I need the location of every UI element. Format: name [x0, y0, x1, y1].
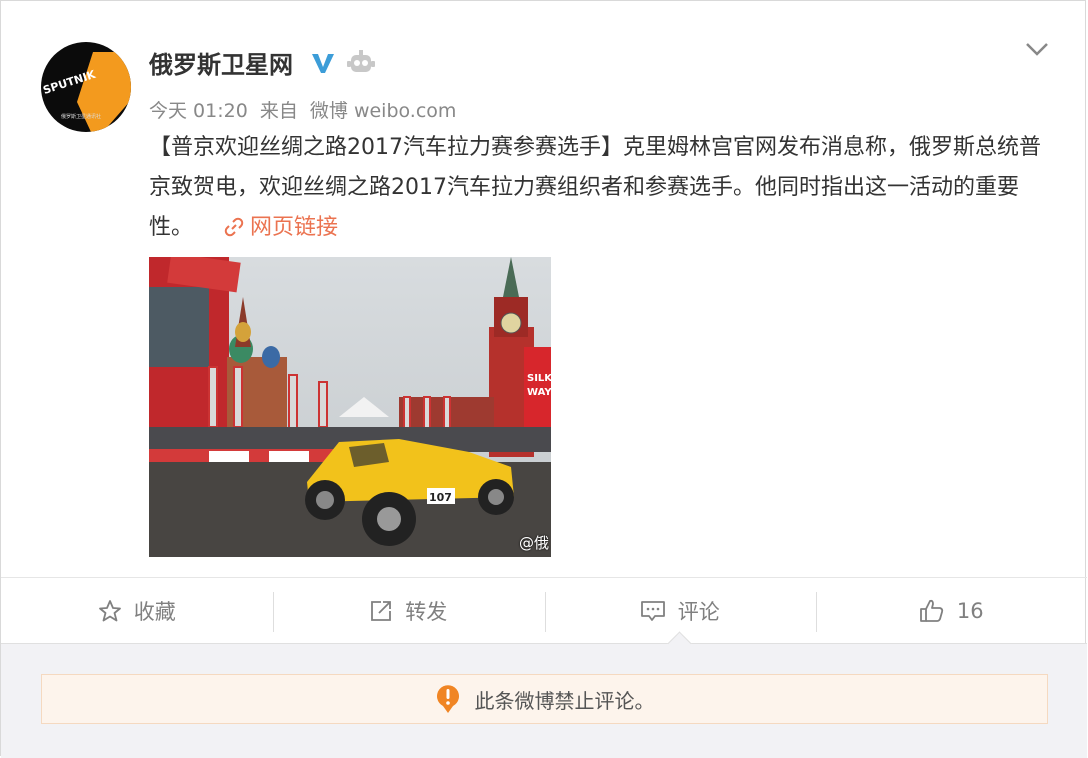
post-meta: 今天 01:20 来自 微博 weibo.com — [149, 96, 462, 123]
author-name[interactable]: 俄罗斯卫星网 — [149, 45, 293, 80]
link-icon — [224, 217, 244, 237]
robot-icon — [347, 50, 375, 72]
action-toolbar: 收藏 转发 评论 16 — [1, 577, 1087, 644]
comment-area: 此条微博禁止评论。 — [1, 631, 1087, 758]
toolbar-divider — [273, 592, 274, 632]
post-text-block: 【普京欢迎丝绸之路2017汽车拉力赛参赛选手】克里姆林宫官网发布消息称，俄罗斯总… — [149, 128, 1049, 248]
post-source[interactable]: 微博 weibo.com — [310, 100, 457, 122]
repost-label: 转发 — [405, 600, 448, 624]
post-time[interactable]: 今天 01:20 — [149, 100, 248, 122]
web-link-label: 网页链接 — [250, 215, 339, 240]
star-icon — [98, 600, 121, 622]
svg-text:SILK: SILK — [527, 373, 551, 384]
favorite-label: 收藏 — [133, 600, 176, 624]
avatar-subtext: 俄罗斯卫星通讯社 — [61, 113, 101, 120]
post-photo[interactable]: SILK WAY 107 @俄 — [149, 257, 551, 557]
favorite-button[interactable]: 收藏 — [1, 578, 273, 644]
web-link[interactable]: 网页链接 — [224, 215, 338, 240]
avatar[interactable]: SPUTNIK 俄罗斯卫星通讯社 — [41, 42, 131, 132]
like-count: 16 — [956, 599, 984, 623]
source-prefix: 来自 — [259, 100, 298, 122]
car-number: 107 — [429, 491, 452, 504]
notice-text: 此条微博禁止评论。 — [474, 688, 655, 713]
chevron-down-icon[interactable] — [1025, 41, 1049, 59]
like-button[interactable]: 16 — [816, 578, 1088, 644]
comment-icon — [640, 601, 665, 621]
toolbar-divider — [545, 592, 546, 632]
comment-label: 评论 — [677, 600, 720, 624]
verified-icon — [312, 54, 334, 73]
thumbs-up-icon — [919, 599, 944, 622]
toolbar-divider — [816, 592, 817, 632]
comments-disabled-notice: 此条微博禁止评论。 — [41, 674, 1048, 724]
repost-button[interactable]: 转发 — [273, 578, 545, 644]
svg-text:WAY: WAY — [527, 387, 551, 398]
weibo-post-card: SPUTNIK 俄罗斯卫星通讯社 俄罗斯卫星网 今天 01:20 来自 微博 w… — [0, 0, 1087, 758]
alert-icon — [436, 685, 459, 713]
repost-icon — [371, 601, 392, 621]
photo-watermark: @俄 — [518, 534, 549, 552]
